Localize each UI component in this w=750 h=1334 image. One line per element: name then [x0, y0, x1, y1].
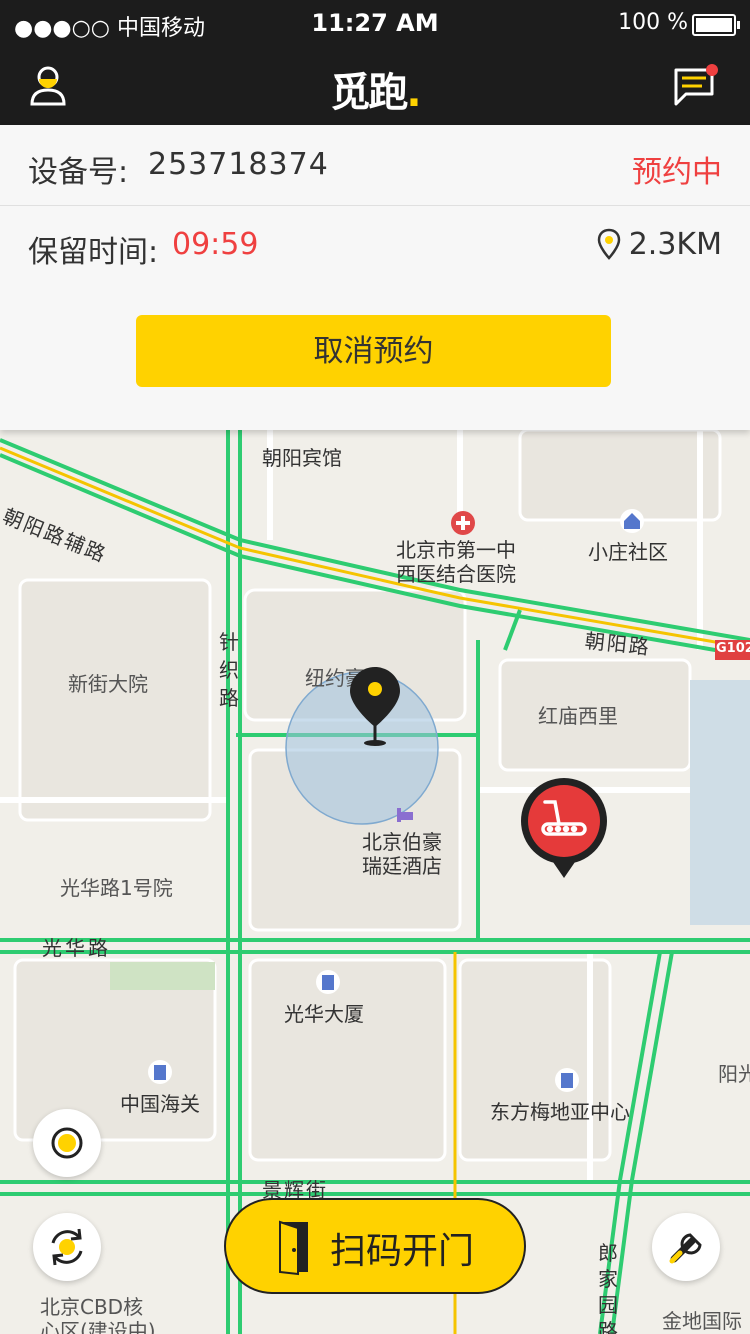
refresh-icon [51, 1228, 83, 1266]
poi-guanghua1[interactable]: 光华路1号院 [60, 872, 173, 901]
poi-jindi[interactable]: 金地国际 [662, 1305, 742, 1334]
poi-xinjie[interactable]: 新街大院 [68, 668, 148, 697]
wrench-icon [669, 1233, 702, 1264]
location-pin-icon [597, 228, 621, 260]
device-label: 设备号: [28, 155, 129, 190]
road-label-zhenzhi: 针织路 [219, 630, 239, 710]
poi-cbd-line1: 北京CBD核 [40, 1295, 144, 1319]
building-icon-dongfang [555, 1068, 579, 1092]
community-icon [620, 509, 644, 533]
poi-chaoyang-hotel[interactable]: 朝阳宾馆 [262, 442, 342, 471]
reservation-status: 预约中 [632, 155, 722, 190]
poi-hospital[interactable]: 北京市第一中 西医结合医院 [396, 538, 516, 586]
user-location-pin [350, 667, 400, 746]
unread-badge [706, 64, 718, 76]
poi-hospital-line2: 西医结合医院 [396, 562, 516, 586]
repair-button[interactable] [652, 1213, 720, 1281]
device-number: 253718374 [148, 147, 329, 182]
hold-time-label: 保留时间: [28, 235, 159, 270]
reservation-panel: 设备号: 253718374 预约中 保留时间: 09:59 2.3KM 取消预… [0, 125, 750, 430]
cancel-reservation-button[interactable]: 取消预约 [136, 315, 611, 387]
status-bar: ●●●○○ 中国移动 11:27 AM 100 % [0, 0, 750, 48]
refresh-button[interactable] [33, 1213, 101, 1281]
door-icon [279, 1220, 308, 1276]
poi-hotel-line2: 瑞廷酒店 [362, 854, 442, 878]
poi-cbd-line2: 心区(建设中) [40, 1319, 156, 1334]
poi-yang[interactable]: 阳光 [718, 1058, 750, 1087]
device-row: 设备号: 253718374 预约中 [0, 125, 750, 206]
building-icon-customs [148, 1060, 172, 1084]
poi-hotel-line1: 北京伯豪 [362, 830, 442, 854]
poi-guanghua-tower[interactable]: 光华大厦 [284, 998, 364, 1027]
treadmill-marker[interactable] [519, 776, 609, 880]
locate-me-button[interactable] [33, 1109, 101, 1177]
poi-honglin[interactable]: 红庙西里 [538, 700, 618, 729]
hospital-icon [451, 511, 475, 535]
poi-dongfang[interactable]: 东方梅地亚中心 [490, 1096, 630, 1125]
app-logo: 觅跑. [330, 70, 421, 116]
scan-to-open-button[interactable]: 扫码开门 [224, 1198, 526, 1294]
building-icon-guanghua [316, 970, 340, 994]
poi-cbd[interactable]: 北京CBD核 心区(建设中) [40, 1295, 156, 1334]
poi-customs[interactable]: 中国海关 [120, 1088, 200, 1117]
locate-icon [51, 1127, 83, 1159]
road-label-langjia: 郎家园路 [598, 1241, 618, 1334]
hold-time-value: 09:59 [172, 227, 259, 262]
nav-bar: 觅跑. [0, 48, 750, 125]
distance-value: 2.3KM [628, 227, 722, 262]
road-label-guanghua: 光华路 [42, 936, 111, 960]
battery-percent: 100 % [618, 10, 688, 35]
messages-button[interactable] [672, 64, 720, 108]
poi-hospital-line1: 北京市第一中 [396, 538, 516, 562]
hotel-icon [397, 808, 413, 822]
scan-button-label: 扫码开门 [330, 1231, 475, 1272]
message-icon [674, 64, 718, 106]
battery-fill [696, 18, 732, 32]
g102-badge: G102 [716, 641, 750, 656]
battery-icon [692, 14, 740, 36]
poi-xiaozhuang[interactable]: 小庄社区 [588, 536, 668, 565]
poi-hotel[interactable]: 北京伯豪 瑞廷酒店 [362, 830, 442, 878]
